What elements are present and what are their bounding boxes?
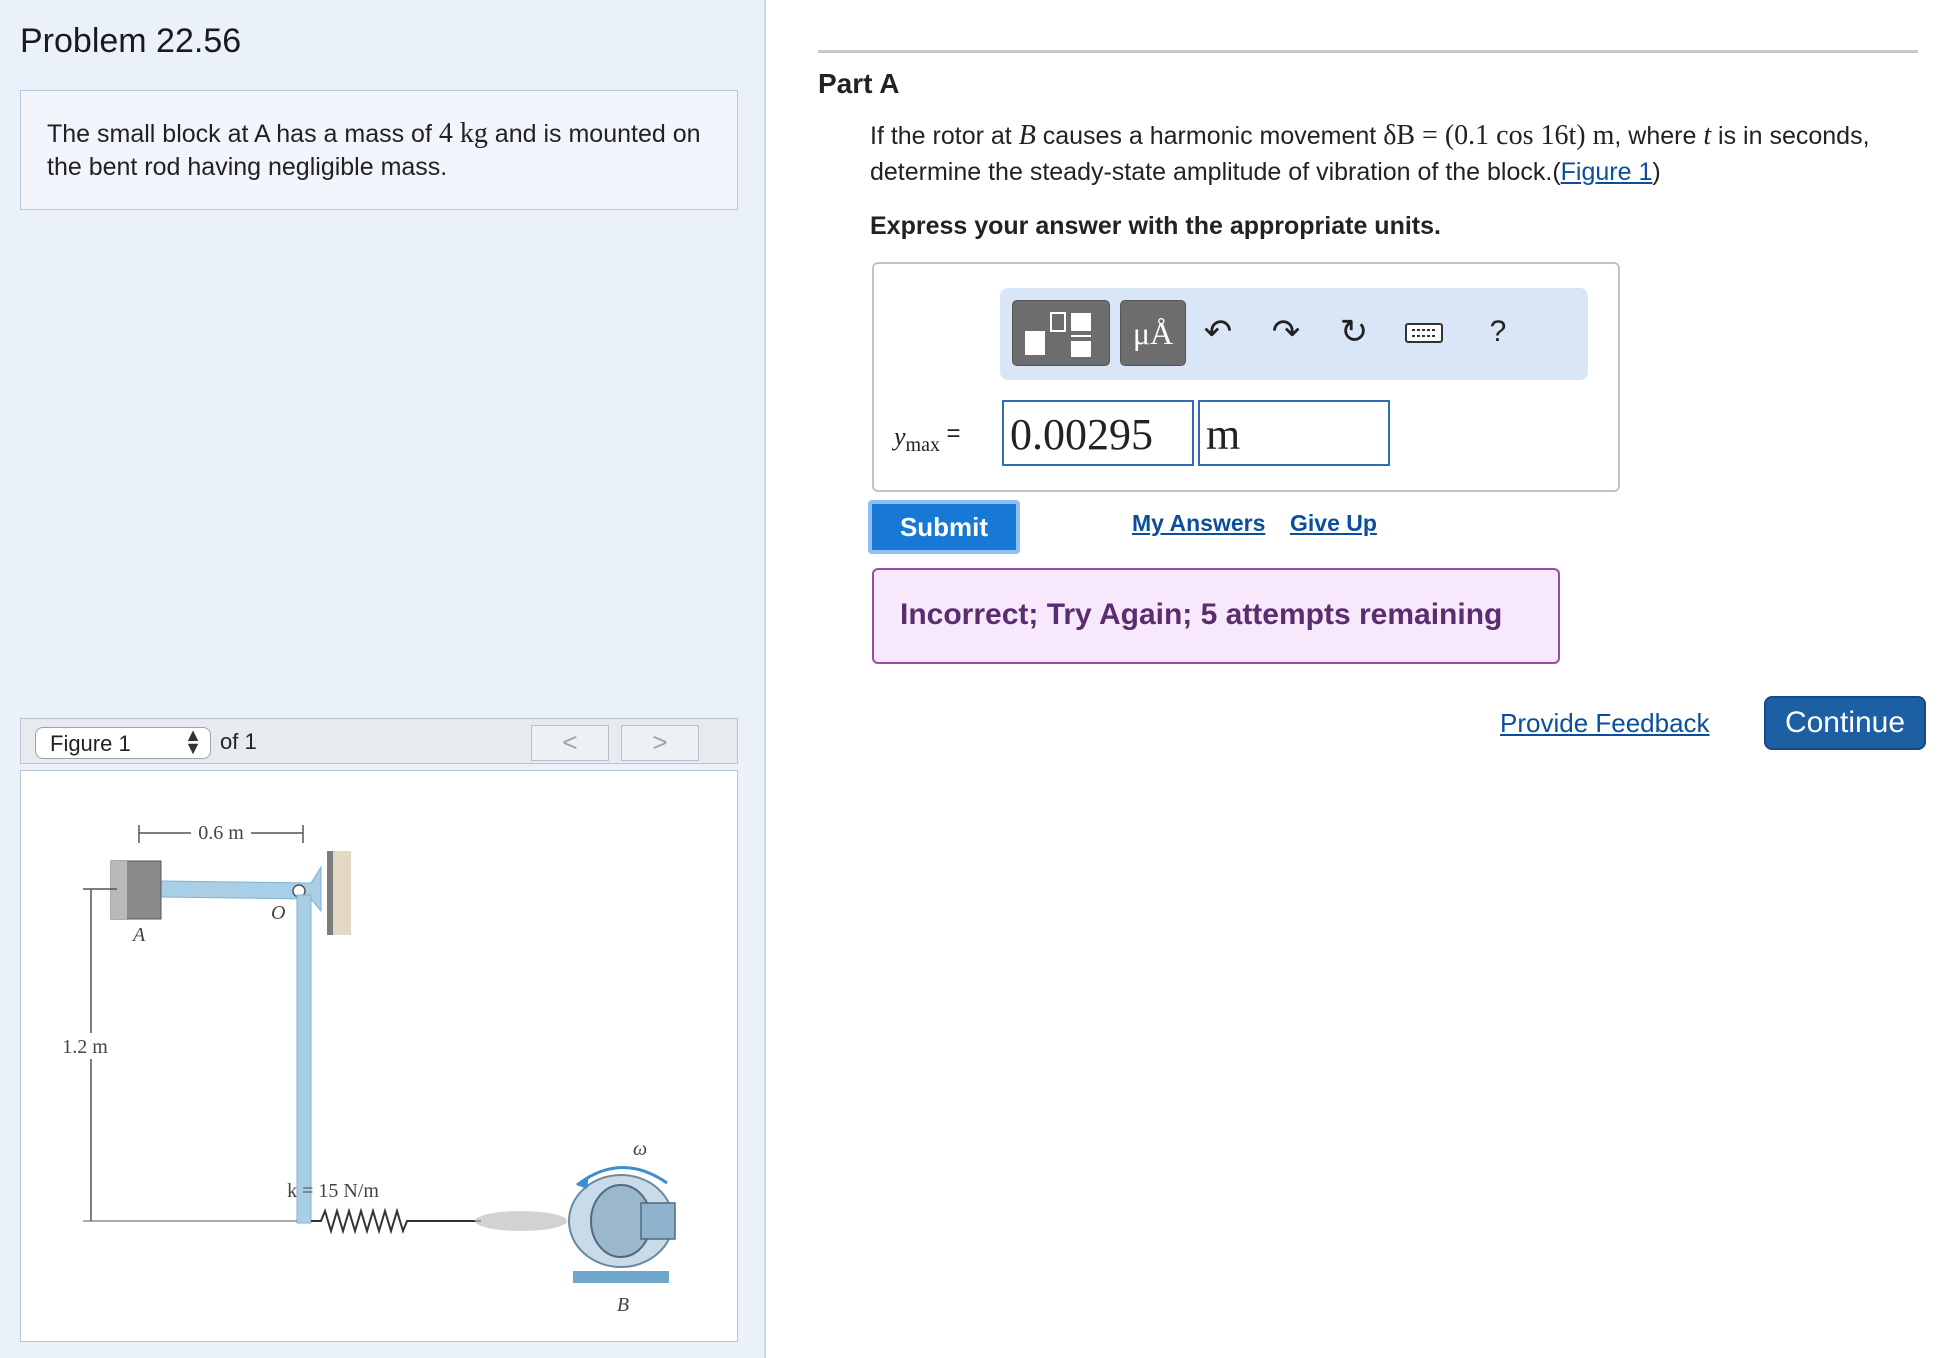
figure-navigation-bar: Figure 1 ▲ ▼ of 1 < >	[20, 718, 738, 764]
my-answers-link[interactable]: My Answers	[1132, 510, 1265, 537]
problem-title: Problem 22.56	[20, 22, 242, 60]
problem-intro-text: The small block at A has a mass of 4 kg …	[47, 117, 727, 184]
units-button[interactable]: μÅ	[1120, 300, 1186, 366]
block-A-highlight	[111, 861, 127, 919]
question-text-2: causes a harmonic movement	[1035, 122, 1384, 150]
question-text-1: If the rotor at	[870, 122, 1019, 150]
keyboard-icon[interactable]	[1404, 310, 1444, 354]
part-divider	[818, 50, 1918, 53]
give-up-link[interactable]: Give Up	[1290, 510, 1377, 537]
templates-button[interactable]	[1012, 300, 1110, 366]
rod-vertical-arm	[296, 894, 312, 1224]
motor-base	[573, 1271, 669, 1283]
figure-panel: 0.6 m A O 1.2 m k = 15 N/m ω B	[20, 770, 738, 1342]
motor-side	[640, 1202, 676, 1240]
question-pane: Part A If the rotor at B causes a harmon…	[766, 0, 1946, 1358]
problem-pane: Problem 22.56 The small block at A has a…	[0, 0, 766, 1358]
figure-select[interactable]: Figure 1 ▲ ▼	[35, 725, 211, 759]
previous-figure-button[interactable]: <	[531, 725, 609, 761]
spring	[311, 1207, 481, 1235]
redo-icon[interactable]: ↷	[1266, 310, 1306, 354]
continue-button[interactable]: Continue	[1764, 696, 1926, 750]
dimension-label-vertical: 1.2 m	[62, 1036, 108, 1058]
label-omega: ω	[633, 1138, 647, 1160]
math-toolbar: μÅ ↶ ↷ ↻ ?	[1000, 288, 1588, 380]
question-text: If the rotor at B causes a harmonic move…	[870, 118, 1870, 190]
answer-box: μÅ ↶ ↷ ↻ ? ymax = 0.00295 m	[872, 262, 1620, 492]
feedback-message: Incorrect; Try Again; 5 attempts remaini…	[900, 598, 1503, 631]
question-text-3: , where	[1614, 122, 1704, 150]
select-arrows-icon: ▲ ▼	[184, 725, 202, 758]
question-symbol-t: t	[1703, 120, 1712, 151]
label-O: O	[271, 902, 285, 924]
mechanism-figure: 0.6 m A O 1.2 m k = 15 N/m ω B	[59, 821, 676, 1316]
next-figure-button[interactable]: >	[621, 725, 699, 761]
undo-icon[interactable]: ↶	[1198, 310, 1238, 354]
intro-mass: 4 kg	[438, 118, 488, 149]
figure-count-label: of 1	[220, 729, 257, 754]
submit-button[interactable]: Submit	[868, 500, 1020, 554]
question-equation: δB = (0.1 cos 16t) m	[1383, 120, 1615, 151]
reset-icon[interactable]: ↻	[1334, 310, 1374, 354]
help-icon[interactable]: ?	[1478, 310, 1518, 354]
question-text-5: )	[1652, 158, 1661, 186]
problem-intro-box: The small block at A has a mass of 4 kg …	[20, 90, 738, 210]
equals-sign: =	[946, 420, 961, 447]
figure-select-value: Figure 1	[50, 731, 131, 756]
label-B: B	[617, 1294, 629, 1316]
answer-instruction: Express your answer with the appropriate…	[870, 212, 1441, 240]
intro-text-pre: The small block at A has a mass of	[47, 120, 439, 148]
templates-icon	[1025, 312, 1091, 357]
value-input[interactable]: 0.00295	[1002, 400, 1194, 466]
unit-input[interactable]: m	[1198, 400, 1390, 466]
wall-plate	[327, 851, 333, 935]
part-title: Part A	[818, 68, 900, 99]
wall-hatch	[333, 851, 351, 935]
feedback-box: Incorrect; Try Again; 5 attempts remaini…	[872, 568, 1560, 664]
spring-label: k = 15 N/m	[287, 1180, 379, 1202]
answer-variable-label: ymax =	[894, 420, 961, 457]
provide-feedback-link[interactable]: Provide Feedback	[1500, 708, 1710, 739]
figure-1-link[interactable]: Figure 1	[1561, 158, 1653, 186]
variable-subscript: max	[905, 434, 940, 456]
variable-main: y	[894, 422, 906, 451]
question-symbol-B: B	[1018, 120, 1036, 151]
label-A: A	[131, 924, 146, 946]
keyboard-glyph	[1405, 323, 1443, 343]
motor-shaft-blur	[475, 1211, 567, 1231]
dimension-label-horizontal: 0.6 m	[198, 822, 244, 844]
